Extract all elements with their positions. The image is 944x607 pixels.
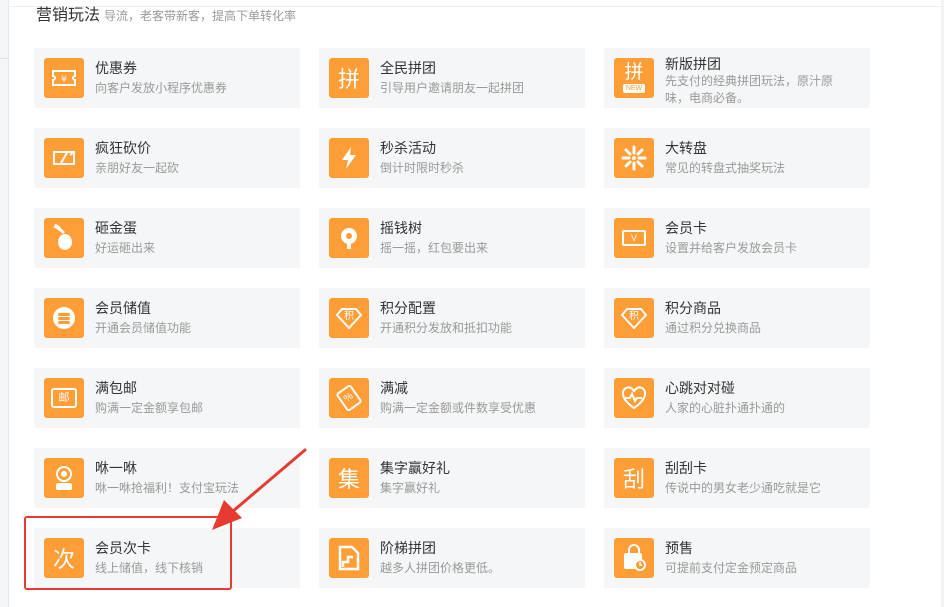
card-title: 满包邮 xyxy=(95,380,137,396)
card-title: 咻一咻 xyxy=(95,460,137,476)
card-desc: 设置并给客户发放会员卡 xyxy=(665,241,798,255)
ladder-group-icon xyxy=(329,538,369,578)
card-desc: 集字赢好礼 xyxy=(380,481,441,495)
pin-char-icon: 拼 xyxy=(329,58,369,98)
shake-icon xyxy=(44,458,84,498)
card-group-buy[interactable]: 拼 全民拼团 引导用户邀请朋友一起拼团 xyxy=(319,48,585,108)
card-shake[interactable]: 咻一咻 咻一咻抢福利！支付宝玩法 xyxy=(34,448,300,508)
card-member-stored-value[interactable]: 会员储值 开通会员储值功能 xyxy=(34,288,300,348)
gua-char-icon: 刮 xyxy=(614,458,654,498)
card-title: 砸金蛋 xyxy=(95,220,137,236)
card-title: 积分商品 xyxy=(665,300,721,316)
card-desc: 传说中的男女老少通吃就是它 xyxy=(665,481,822,495)
discount-glyph: % xyxy=(335,383,363,413)
pin-new-icon: 拼 NEW xyxy=(614,58,654,98)
card-desc: 咻一咻抢福利！支付宝玩法 xyxy=(95,481,240,495)
card-scratch-card[interactable]: 刮 刮刮卡 传说中的男女老少通吃就是它 xyxy=(604,448,870,508)
card-title: 阶梯拼团 xyxy=(380,540,436,556)
points-goods-icon: 积 xyxy=(614,298,654,338)
card-points-config[interactable]: 积 积分配置 开通积分发放和抵扣功能 xyxy=(319,288,585,348)
highlight-annotation-box xyxy=(24,516,232,590)
card-title: 刮刮卡 xyxy=(665,460,707,476)
card-desc: 开通积分发放和抵扣功能 xyxy=(380,321,513,335)
card-points-goods[interactable]: 积 积分商品 通过积分兑换商品 xyxy=(604,288,870,348)
golden-egg-icon xyxy=(44,218,84,258)
card-money-tree[interactable]: 摇钱树 摇一摇，红包要出来 xyxy=(319,208,585,268)
card-desc: 可提前支付定金预定商品 xyxy=(665,561,798,575)
card-title: 全民拼团 xyxy=(380,60,436,76)
card-ladder-group-buy[interactable]: 阶梯拼团 越多人拼团价格更低。 xyxy=(319,528,585,588)
card-desc: 越多人拼团价格更低。 xyxy=(380,561,501,575)
presale-bag-icon xyxy=(614,538,654,578)
section-title-text: 营销玩法 xyxy=(36,7,101,24)
card-desc: 向客户发放小程序优惠券 xyxy=(95,81,228,95)
pin-glyph: 拼 xyxy=(624,62,644,83)
card-desc: 购满一定金额享包邮 xyxy=(95,401,204,415)
card-presale[interactable]: 预售 可提前支付定金预定商品 xyxy=(604,528,870,588)
card-member-card[interactable]: V 会员卡 设置并给客户发放会员卡 xyxy=(604,208,870,268)
card-coupon[interactable]: ¥ 优惠券 向客户发放小程序优惠券 xyxy=(34,48,300,108)
card-glyph: V xyxy=(622,230,646,246)
card-golden-egg[interactable]: 砸金蛋 好运砸出来 xyxy=(34,208,300,268)
card-flash-sale[interactable]: 秒杀活动 倒计时限时秒杀 xyxy=(319,128,585,188)
card-desc: 先支付的经典拼团玩法，原汁原味，电商必备。 xyxy=(665,74,834,105)
card-title: 满减 xyxy=(380,380,408,396)
points-glyph: 积 xyxy=(344,311,354,322)
card-title: 心跳对对碰 xyxy=(665,380,735,396)
card-full-reduction[interactable]: % 满减 购满一定金额或件数享受优惠 xyxy=(319,368,585,428)
card-desc: 购满一定金额或件数享受优惠 xyxy=(380,401,537,415)
wheel-icon xyxy=(614,138,654,178)
card-desc: 倒计时限时秒杀 xyxy=(380,161,465,175)
heartbeat-icon xyxy=(614,378,654,418)
card-desc: 好运砸出来 xyxy=(95,241,156,255)
card-title: 摇钱树 xyxy=(380,220,422,236)
card-new-group-buy[interactable]: 拼 NEW 新版拼团 先支付的经典拼团玩法，原汁原味，电商必备。 xyxy=(604,48,870,108)
card-title: 大转盘 xyxy=(665,140,707,156)
bargain-tag-icon xyxy=(44,138,84,178)
new-badge: NEW xyxy=(622,84,646,93)
free-shipping-icon: 邮 xyxy=(44,378,84,418)
card-title: 会员卡 xyxy=(665,220,707,236)
discount-tag-icon: % xyxy=(329,378,369,418)
card-title: 集字赢好礼 xyxy=(380,460,450,476)
card-desc: 人家的心脏扑通扑通的 xyxy=(665,401,786,415)
ji-char-icon: 集 xyxy=(329,458,369,498)
lightning-icon xyxy=(329,138,369,178)
points-diamond-icon: 积 xyxy=(329,298,369,338)
card-title: 预售 xyxy=(665,540,693,556)
card-desc: 常见的转盘式抽奖玩法 xyxy=(665,161,786,175)
card-desc: 亲朋好友一起砍 xyxy=(95,161,180,175)
card-free-shipping[interactable]: 邮 满包邮 购满一定金额享包邮 xyxy=(34,368,300,428)
coupon-icon: ¥ xyxy=(44,58,84,98)
left-sidebar-edge xyxy=(0,0,9,607)
card-heartbeat-match[interactable]: 心跳对对碰 人家的心脏扑通扑通的 xyxy=(604,368,870,428)
section-title: 营销玩法 导流，老客带新客，提高下单转化率 xyxy=(36,6,296,26)
card-lucky-wheel[interactable]: 大转盘 常见的转盘式抽奖玩法 xyxy=(604,128,870,188)
money-tree-icon xyxy=(329,218,369,258)
card-bargain[interactable]: 疯狂砍价 亲朋好友一起砍 xyxy=(34,128,300,188)
card-desc: 通过积分兑换商品 xyxy=(665,321,762,335)
card-title: 优惠券 xyxy=(95,60,137,76)
card-title: 积分配置 xyxy=(380,300,436,316)
section-subtitle: 导流，老客带新客，提高下单转化率 xyxy=(104,9,297,23)
card-desc: 引导用户邀请朋友一起拼团 xyxy=(380,81,525,95)
card-desc: 开通会员储值功能 xyxy=(95,321,192,335)
member-card-icon: V xyxy=(614,218,654,258)
shipping-glyph: 邮 xyxy=(51,388,77,408)
card-title: 新版拼团 xyxy=(665,56,721,72)
card-desc: 摇一摇，红包要出来 xyxy=(380,241,489,255)
svg-text:¥: ¥ xyxy=(61,75,67,85)
sidebar-divider xyxy=(0,58,8,59)
points-glyph: 积 xyxy=(629,311,639,322)
coin-stack-icon xyxy=(44,298,84,338)
card-title: 疯狂砍价 xyxy=(95,140,151,156)
card-collect-words[interactable]: 集 集字赢好礼 集字赢好礼 xyxy=(319,448,585,508)
card-title: 会员储值 xyxy=(95,300,151,316)
card-title: 秒杀活动 xyxy=(380,140,436,156)
